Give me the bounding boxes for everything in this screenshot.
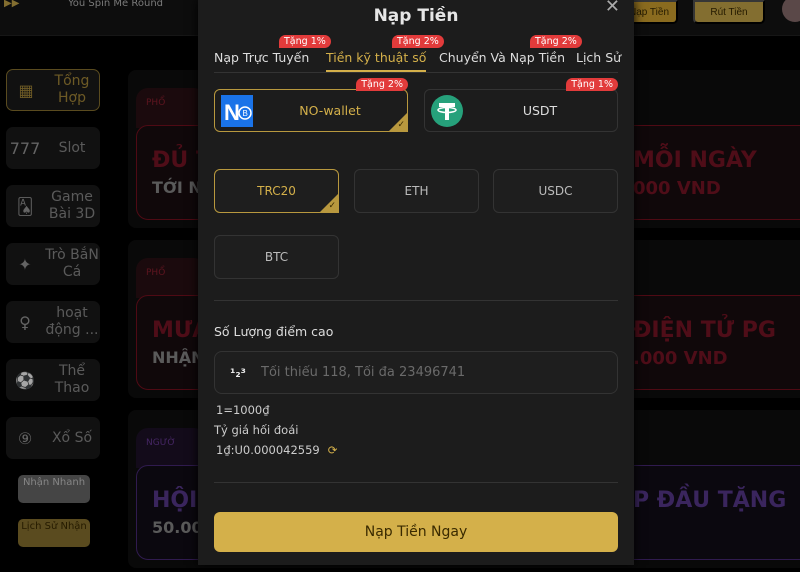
withdraw-button[interactable]: Rút Tiền — [693, 0, 765, 24]
modal-title: Nạp Tiền — [373, 6, 459, 26]
soccer-ball-icon: ⚽ — [15, 370, 35, 390]
wallet-name: USDT — [522, 103, 558, 118]
fish-icon: ✦ — [18, 254, 32, 274]
sidebar-item-game-bai[interactable]: 🂡 Game Bài 3D — [6, 185, 100, 227]
grid-icon: ▦ — [18, 80, 34, 100]
close-icon[interactable]: ✕ — [605, 0, 620, 17]
banner-title-right: P ĐẦU TẶNG — [633, 488, 787, 513]
sidebar-item-hoat-dong[interactable]: ♀ hoạt động ... — [6, 301, 100, 343]
divider — [214, 300, 618, 301]
svg-text:B: B — [243, 109, 248, 118]
tab-history[interactable]: Lịch Sử — [576, 50, 621, 65]
banner-subtitle: TỚI N — [152, 178, 202, 197]
wallet-option-no-wallet[interactable]: NB NO-wallet ✓ Tặng 2% — [214, 78, 408, 132]
bonus-badge: Tặng 2% — [530, 35, 582, 48]
numbers-123-icon: ¹₂³ — [230, 365, 246, 380]
divider — [214, 482, 618, 483]
sidebar-item-xo-so[interactable]: ⑨ Xổ Số — [6, 417, 100, 459]
sidebar-item-the-thao[interactable]: ⚽ Thể Thao — [6, 359, 100, 401]
banner-title-right: MỖI NGÀY — [633, 148, 757, 173]
banner-amount: .000 VND — [633, 348, 728, 369]
banner-tag: NGƯỜ — [136, 428, 206, 468]
woman-icon: ♀ — [19, 312, 31, 332]
network-label: ETH — [404, 184, 429, 198]
cards-icon: 🂡 — [16, 196, 34, 216]
amount-label: Số Lượng điểm cao — [214, 324, 334, 339]
deposit-now-button[interactable]: Nạp Tiền Ngay — [214, 512, 618, 552]
rate-line: 1=1000₫ — [216, 403, 270, 417]
network-trc20[interactable]: TRC20 ✓ — [214, 169, 339, 213]
bonus-badge: Tặng 1% — [566, 78, 618, 91]
claim-history-button[interactable]: Lịch Sử Nhận — [18, 519, 90, 547]
banner-tag: PHỔ — [136, 88, 206, 128]
tab-bar: Nạp Trực Tuyến Tặng 1% Tiền kỹ thuật số … — [214, 35, 621, 73]
wallet-name: NO-wallet — [299, 103, 361, 118]
bonus-badge: Tặng 1% — [279, 35, 331, 48]
sidebar-item-slot[interactable]: 777 Slot — [6, 127, 100, 169]
exchange-label: Tỷ giá hối đoái — [214, 423, 299, 437]
network-btc[interactable]: BTC — [214, 235, 339, 279]
banner-amount: 000 VND — [633, 178, 721, 199]
wallet-option-usdt[interactable]: USDT Tặng 1% — [424, 78, 618, 132]
network-label: BTC — [264, 250, 289, 264]
fast-forward-icon[interactable]: ▶▶ — [4, 0, 19, 9]
banner-tag: PHỔ — [136, 258, 206, 298]
network-label: USDC — [538, 184, 573, 198]
check-icon: ✓ — [328, 201, 336, 211]
network-label: TRC20 — [257, 184, 296, 198]
bonus-badge: Tặng 2% — [356, 78, 408, 91]
sidebar-item-ban-ca[interactable]: ✦ Trò BắN Cá — [6, 243, 100, 285]
bonus-badge: Tặng 2% — [392, 35, 444, 48]
refresh-icon[interactable]: ⟳ — [328, 443, 338, 457]
check-icon: ✓ — [397, 120, 405, 130]
slot-777-icon: 777 — [9, 138, 41, 158]
sidebar-item-tong-hop[interactable]: ▦ Tổng Hợp — [6, 69, 100, 111]
avatar[interactable] — [782, 0, 800, 22]
now-playing-song: You Spin Me Round — [68, 0, 164, 9]
banner-title-right: ĐIỆN TỬ PG — [633, 318, 776, 343]
usdt-logo-icon — [431, 94, 463, 127]
network-usdc[interactable]: USDC — [493, 169, 618, 213]
amount-input[interactable] — [261, 365, 617, 380]
tab-crypto[interactable]: Tiền kỹ thuật số — [326, 50, 427, 72]
banner-subtitle: NHẬN — [152, 348, 205, 367]
exchange-value: 1₫:U0.000042559 — [216, 443, 320, 457]
lottery-ball-icon: ⑨ — [17, 428, 33, 448]
deposit-modal: Nạp Tiền ✕ Nạp Trực Tuyến Tặng 1% Tiền k… — [198, 0, 634, 565]
quick-claim-button[interactable]: Nhận Nhanh — [18, 475, 90, 503]
tab-online-deposit[interactable]: Nạp Trực Tuyến — [214, 50, 309, 65]
svg-text:N: N — [224, 100, 240, 125]
amount-field[interactable]: ¹₂³ — [214, 351, 618, 394]
no-wallet-logo-icon: NB — [221, 94, 253, 127]
network-eth[interactable]: ETH — [354, 169, 479, 213]
tab-transfer-deposit[interactable]: Chuyển Và Nạp Tiền — [439, 50, 565, 65]
